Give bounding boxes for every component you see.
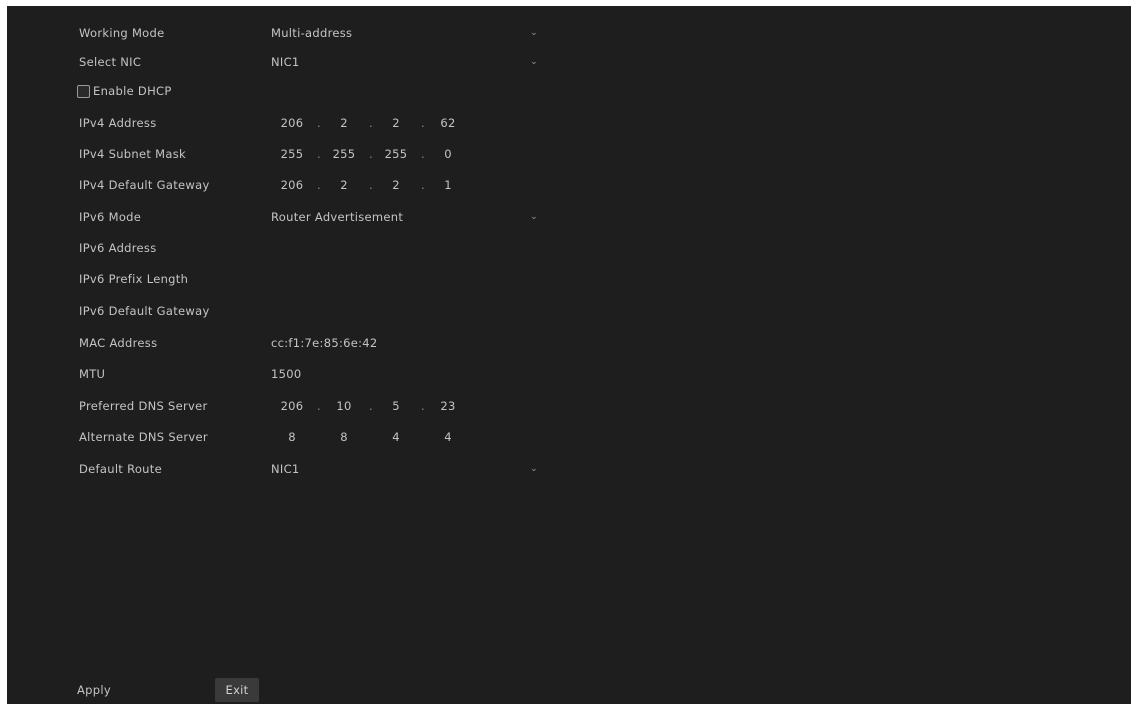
octet-separator: . xyxy=(317,147,321,161)
ipv6-default-gateway-row: IPv6 Default Gateway xyxy=(7,296,1131,326)
ipv6-mode-label: IPv6 Mode xyxy=(79,210,142,224)
chevron-down-icon[interactable]: ⌄ xyxy=(527,47,541,77)
octet-separator: . xyxy=(369,116,373,130)
ipv4-address-row: IPv4 Address 206 . 2 . 2 . 62 xyxy=(7,108,1131,138)
mtu-row: MTU 1500 xyxy=(7,359,1131,389)
preferred-dns-row: Preferred DNS Server 206 . 10 . 5 . 23 xyxy=(7,391,1131,421)
enable-dhcp-row: Enable DHCP xyxy=(7,76,1131,106)
preferred-dns-octet-4[interactable]: 23 xyxy=(431,391,465,421)
ipv4-default-gateway-octet-2[interactable]: 2 xyxy=(327,170,361,200)
octet-separator: . xyxy=(369,178,373,192)
octet-separator: . xyxy=(421,147,425,161)
mac-address-value: cc:f1:7e:85:6e:42 xyxy=(271,336,378,350)
ipv4-subnet-mask-field[interactable]: 255 . 255 . 255 . 0 xyxy=(271,139,481,169)
default-route-select[interactable]: NIC1 xyxy=(271,454,300,484)
ipv4-default-gateway-octet-1[interactable]: 206 xyxy=(275,170,309,200)
ipv4-address-octet-2[interactable]: 2 xyxy=(327,108,361,138)
alternate-dns-octet-3[interactable]: 4 xyxy=(379,422,413,452)
octet-separator: . xyxy=(421,116,425,130)
alternate-dns-label: Alternate DNS Server xyxy=(79,430,208,444)
alternate-dns-row: Alternate DNS Server 8 8 4 4 xyxy=(7,422,1131,452)
preferred-dns-octet-3[interactable]: 5 xyxy=(379,391,413,421)
ipv4-default-gateway-label: IPv4 Default Gateway xyxy=(79,178,210,192)
working-mode-label: Working Mode xyxy=(79,26,165,40)
ipv4-address-octet-3[interactable]: 2 xyxy=(379,108,413,138)
ipv6-default-gateway-label: IPv6 Default Gateway xyxy=(79,304,210,318)
ipv4-subnet-mask-octet-3[interactable]: 255 xyxy=(379,139,413,169)
ipv4-default-gateway-octet-3[interactable]: 2 xyxy=(379,170,413,200)
octet-separator: . xyxy=(317,116,321,130)
ipv4-address-field[interactable]: 206 . 2 . 2 . 62 xyxy=(271,108,481,138)
mtu-field[interactable]: 1500 xyxy=(271,359,301,389)
enable-dhcp-label: Enable DHCP xyxy=(93,84,172,98)
ipv4-subnet-mask-label: IPv4 Subnet Mask xyxy=(79,147,186,161)
ipv6-prefix-length-row: IPv6 Prefix Length xyxy=(7,264,1131,294)
ipv4-subnet-mask-octet-1[interactable]: 255 xyxy=(275,139,309,169)
select-nic-row: Select NIC NIC1 ⌄ xyxy=(7,47,1131,77)
octet-separator: . xyxy=(317,178,321,192)
working-mode-select[interactable]: Multi-address xyxy=(271,18,352,48)
preferred-dns-field[interactable]: 206 . 10 . 5 . 23 xyxy=(271,391,481,421)
working-mode-row: Working Mode Multi-address ⌄ xyxy=(7,18,1131,48)
chevron-down-icon[interactable]: ⌄ xyxy=(527,202,541,232)
preferred-dns-label: Preferred DNS Server xyxy=(79,399,208,413)
ipv4-address-label: IPv4 Address xyxy=(79,116,157,130)
ipv4-subnet-mask-row: IPv4 Subnet Mask 255 . 255 . 255 . 0 xyxy=(7,139,1131,169)
mac-address-row: MAC Address cc:f1:7e:85:6e:42 xyxy=(7,328,1131,358)
ipv6-address-label: IPv6 Address xyxy=(79,241,157,255)
octet-separator: . xyxy=(317,399,321,413)
alternate-dns-octet-2[interactable]: 8 xyxy=(327,422,361,452)
octet-separator: . xyxy=(421,399,425,413)
ipv4-subnet-mask-octet-2[interactable]: 255 xyxy=(327,139,361,169)
ipv6-address-row: IPv6 Address xyxy=(7,233,1131,263)
ipv4-address-octet-1[interactable]: 206 xyxy=(275,108,309,138)
octet-separator: . xyxy=(421,178,425,192)
ipv4-address-octet-4[interactable]: 62 xyxy=(431,108,465,138)
default-route-row: Default Route NIC1 ⌄ xyxy=(7,454,1131,484)
exit-button[interactable]: Exit xyxy=(215,678,259,702)
ipv4-default-gateway-row: IPv4 Default Gateway 206 . 2 . 2 . 1 xyxy=(7,170,1131,200)
select-nic-label: Select NIC xyxy=(79,55,142,69)
ipv6-mode-row: IPv6 Mode Router Advertisement ⌄ xyxy=(7,202,1131,232)
select-nic-select[interactable]: NIC1 xyxy=(271,47,300,77)
apply-button[interactable]: Apply xyxy=(77,681,111,699)
network-settings-panel: Working Mode Multi-address ⌄ Select NIC … xyxy=(7,6,1131,704)
alternate-dns-octet-1[interactable]: 8 xyxy=(275,422,309,452)
chevron-down-icon[interactable]: ⌄ xyxy=(527,18,541,48)
ipv4-subnet-mask-octet-4[interactable]: 0 xyxy=(431,139,465,169)
chevron-down-icon[interactable]: ⌄ xyxy=(527,454,541,484)
mtu-label: MTU xyxy=(79,367,106,381)
ipv4-default-gateway-field[interactable]: 206 . 2 . 2 . 1 xyxy=(271,170,481,200)
preferred-dns-octet-1[interactable]: 206 xyxy=(275,391,309,421)
mac-address-label: MAC Address xyxy=(79,336,158,350)
default-route-label: Default Route xyxy=(79,462,162,476)
enable-dhcp-checkbox[interactable] xyxy=(77,85,90,98)
alternate-dns-field[interactable]: 8 8 4 4 xyxy=(271,422,481,452)
octet-separator: . xyxy=(369,399,373,413)
alternate-dns-octet-4[interactable]: 4 xyxy=(431,422,465,452)
octet-separator: . xyxy=(369,147,373,161)
ipv6-prefix-length-label: IPv6 Prefix Length xyxy=(79,272,189,286)
ipv6-mode-select[interactable]: Router Advertisement xyxy=(271,202,403,232)
preferred-dns-octet-2[interactable]: 10 xyxy=(327,391,361,421)
ipv4-default-gateway-octet-4[interactable]: 1 xyxy=(431,170,465,200)
